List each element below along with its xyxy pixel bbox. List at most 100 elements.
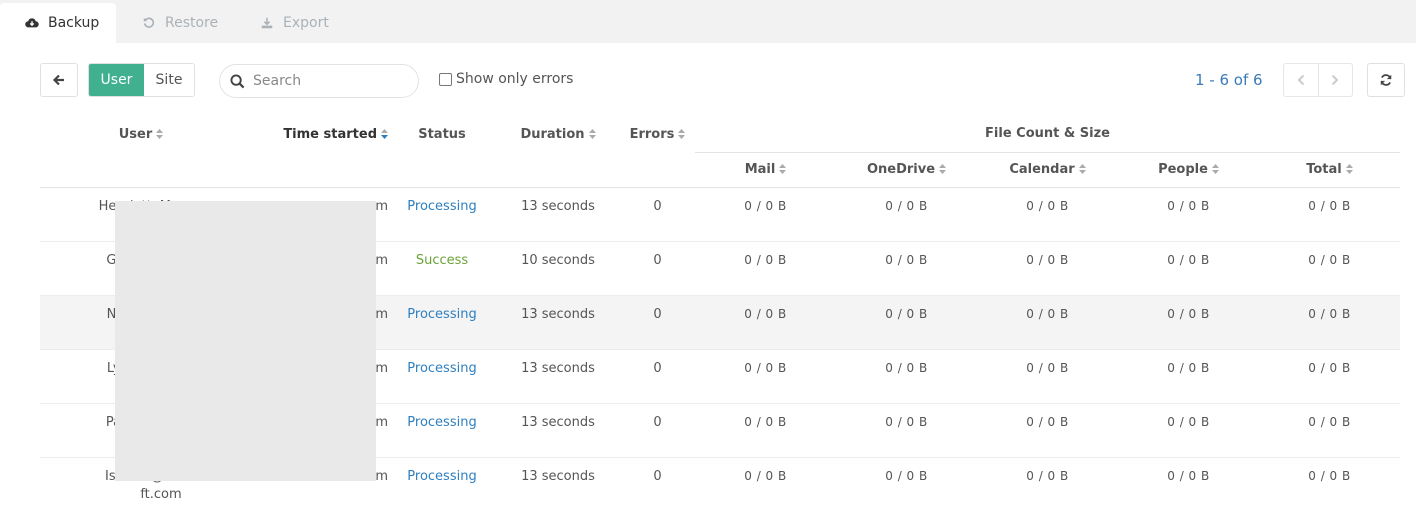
segment-site[interactable]: Site [144,64,194,96]
cell-duration-value: 13 seconds [521,468,595,484]
cell-onedrive-value: 0 / 0 B [885,468,928,483]
cell-people-value: 0 / 0 B [1167,306,1210,321]
cell-people-value: 0 / 0 B [1167,198,1210,213]
cell-total-value: 0 / 0 B [1308,198,1351,213]
cell-status: Processing [388,403,496,458]
status-badge: Processing [407,306,477,322]
cell-total-value: 0 / 0 B [1308,468,1351,483]
refresh-icon [1380,74,1392,86]
refresh-button[interactable] [1367,63,1405,97]
cell-people: 0 / 0 B [1118,241,1259,296]
col-header-calendar[interactable]: Calendar [977,151,1118,188]
back-button[interactable] [40,63,78,97]
cell-errors: 0 [620,403,695,458]
col-header-time-started[interactable]: Time started [242,116,388,188]
tab-backup[interactable]: Backup [0,3,116,43]
cell-total: 0 / 0 B [1259,187,1400,242]
cell-duration: 13 seconds [496,187,620,242]
show-only-errors[interactable]: Show only errors [439,71,573,87]
cell-errors: 0 [620,295,695,350]
cell-status: Processing [388,457,496,509]
download-icon [261,17,273,29]
sort-icon [588,128,596,139]
search-icon [230,73,245,88]
cell-mail: 0 / 0 B [695,403,836,458]
cell-errors: 0 [620,349,695,404]
cell-duration-value: 10 seconds [521,252,595,268]
cell-total: 0 / 0 B [1259,349,1400,404]
cell-onedrive-value: 0 / 0 B [885,414,928,429]
cell-total: 0 / 0 B [1259,295,1400,350]
cell-mail-value: 0 / 0 B [744,468,787,483]
show-errors-checkbox[interactable] [439,72,452,86]
cell-onedrive: 0 / 0 B [836,187,977,242]
cell-errors: 0 [620,187,695,242]
cell-calendar-value: 0 / 0 B [1026,306,1069,321]
cell-duration: 13 seconds [496,457,620,509]
cell-duration-value: 13 seconds [521,414,595,430]
col-header-people[interactable]: People [1118,151,1259,188]
cell-mail-value: 0 / 0 B [744,306,787,321]
cell-errors-value: 0 [653,198,662,214]
show-errors-label: Show only errors [456,71,574,87]
cell-duration-value: 13 seconds [521,360,595,376]
cell-onedrive: 0 / 0 B [836,349,977,404]
col-header-mail[interactable]: Mail [695,151,836,188]
cell-time-started-value: m [375,414,388,430]
cell-mail-value: 0 / 0 B [744,414,787,429]
cell-calendar-value: 0 / 0 B [1026,252,1069,267]
cell-mail: 0 / 0 B [695,349,836,404]
cell-people-value: 0 / 0 B [1167,360,1210,375]
cell-errors-value: 0 [653,414,662,430]
cell-duration: 13 seconds [496,403,620,458]
cell-total-value: 0 / 0 B [1308,414,1351,429]
cloud-download-icon [25,18,39,28]
cell-mail-value: 0 / 0 B [744,252,787,267]
prev-page-button[interactable] [1284,64,1319,96]
cell-calendar-value: 0 / 0 B [1026,468,1069,483]
cell-calendar-value: 0 / 0 B [1026,198,1069,213]
cell-onedrive: 0 / 0 B [836,295,977,350]
cell-onedrive-value: 0 / 0 B [885,306,928,321]
cell-errors-value: 0 [653,468,662,484]
cell-onedrive: 0 / 0 B [836,241,977,296]
tab-restore[interactable]: Restore [142,3,218,43]
pagination [1283,63,1353,97]
cell-errors-value: 0 [653,306,662,322]
cell-status: Processing [388,349,496,404]
cell-people-value: 0 / 0 B [1167,414,1210,429]
tab-export[interactable]: Export [260,3,329,43]
cell-calendar-value: 0 / 0 B [1026,360,1069,375]
cell-onedrive-value: 0 / 0 B [885,252,928,267]
col-header-duration[interactable]: Duration [496,116,620,188]
sort-icon [678,128,686,139]
segment-user[interactable]: User [89,64,144,96]
chevron-right-icon [1332,74,1339,86]
cell-people-value: 0 / 0 B [1167,252,1210,267]
cell-total-value: 0 / 0 B [1308,252,1351,267]
search-input[interactable] [253,73,403,89]
user-email-cont: ft.com [140,486,182,502]
cell-errors: 0 [620,241,695,296]
cell-duration: 13 seconds [496,349,620,404]
cell-mail-value: 0 / 0 B [744,198,787,213]
cell-mail: 0 / 0 B [695,241,836,296]
status-badge: Success [415,252,469,268]
sort-icon [156,128,164,139]
cell-total-value: 0 / 0 B [1308,360,1351,375]
cell-onedrive: 0 / 0 B [836,403,977,458]
sort-icon [779,163,787,174]
cell-people: 0 / 0 B [1118,187,1259,242]
col-header-total[interactable]: Total [1259,151,1400,188]
undo-icon [143,17,155,28]
cell-calendar: 0 / 0 B [977,457,1118,509]
sort-icon [1211,163,1219,174]
col-header-onedrive[interactable]: OneDrive [836,151,977,188]
col-header-errors[interactable]: Errors [620,116,695,188]
cell-errors-value: 0 [653,252,662,268]
tab-label: Backup [48,15,100,31]
next-page-button[interactable] [1319,64,1353,96]
col-header-user[interactable]: User [40,116,242,188]
col-header-status: Status [388,116,496,188]
tab-label: Export [283,15,329,31]
